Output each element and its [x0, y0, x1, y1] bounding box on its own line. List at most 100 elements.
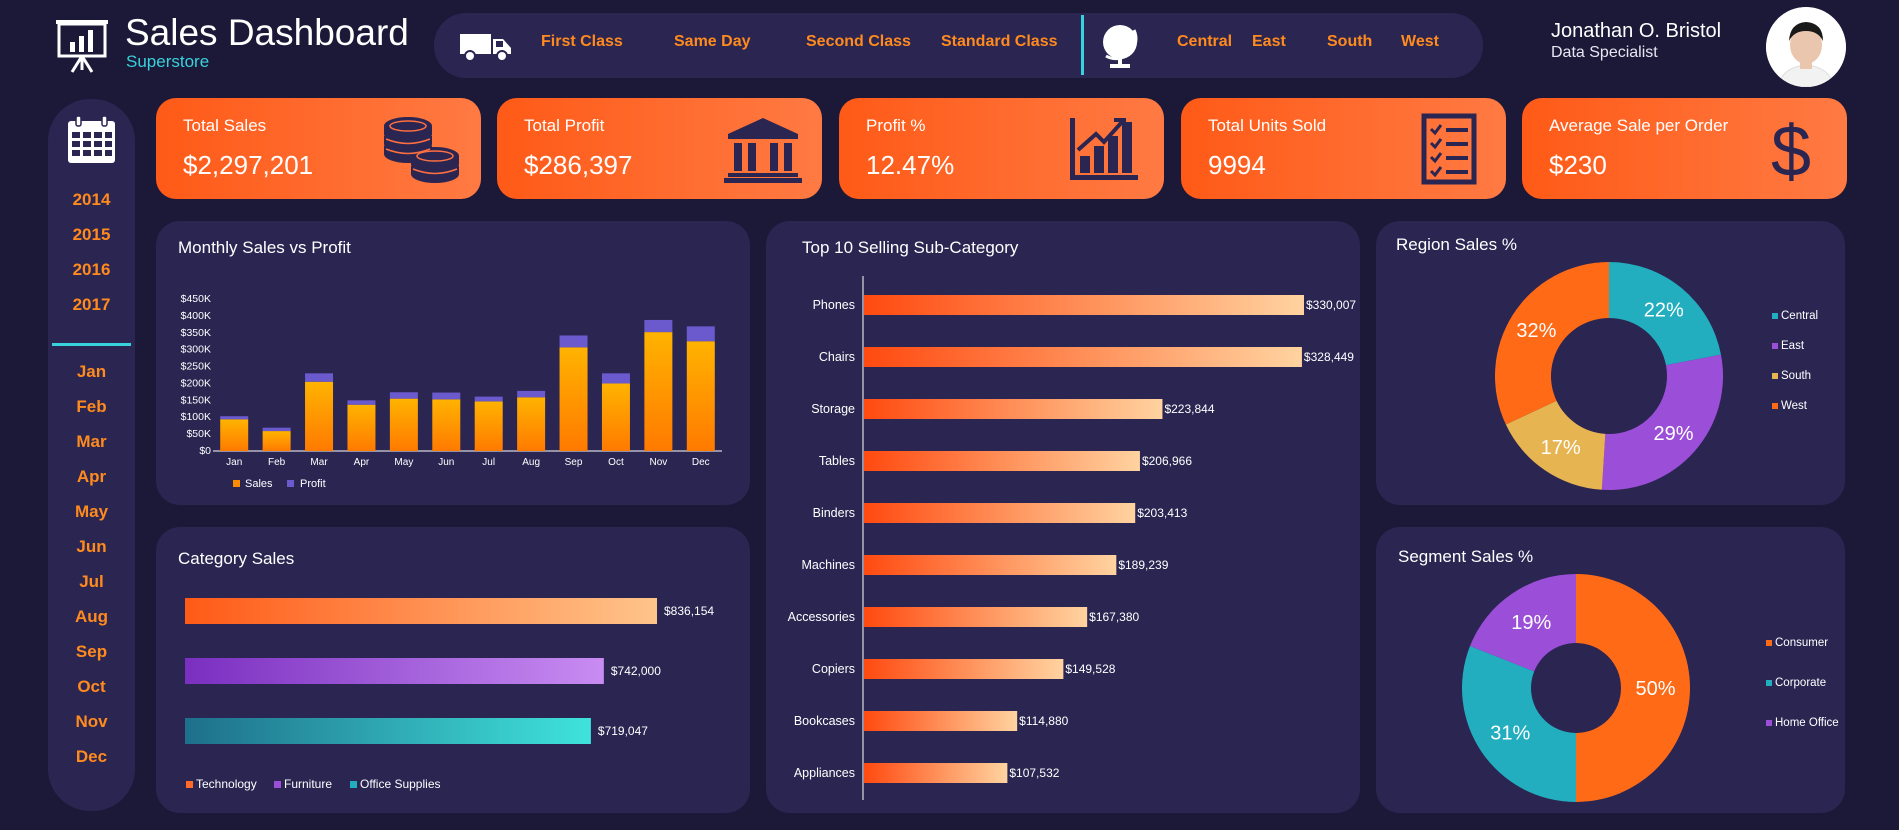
presentation-board-icon — [56, 20, 108, 73]
bar-sales — [517, 397, 546, 451]
bar-profit — [389, 392, 418, 399]
bar-profit — [559, 335, 588, 348]
region-west[interactable]: West — [1401, 33, 1439, 51]
month-filter-jul[interactable]: Jul — [48, 572, 135, 592]
bar-sales — [474, 401, 503, 451]
kpi-card-avg-sale: Average Sale per Order $230 $ — [1522, 98, 1847, 199]
bar-profit — [474, 396, 503, 402]
panel-category-sales: Category Sales $836,154 $742,000 $719,047 T… — [156, 527, 750, 813]
region-east[interactable]: East — [1252, 33, 1286, 51]
month-filter-jan[interactable]: Jan — [48, 362, 135, 382]
slice-label: 22% — [1644, 300, 1684, 322]
month-filter-apr[interactable]: Apr — [48, 467, 135, 487]
legend-label-profit: Profit — [300, 478, 326, 490]
kpi-label: Total Profit — [524, 116, 605, 135]
panel-segment-sales: Segment Sales % 50% 31% 19% Consumer Corpora… — [1376, 527, 1845, 813]
region-sales-donut: 22% 29% 17% 32% Central East South West — [1495, 262, 1818, 491]
legend-label: East — [1781, 340, 1805, 352]
x-tick-label: Dec — [692, 457, 710, 468]
data-label: $206,966 — [1142, 454, 1192, 468]
month-filter-sep[interactable]: Sep — [48, 642, 135, 662]
legend-swatch — [186, 781, 193, 788]
ship-mode-standard-class[interactable]: Standard Class — [941, 33, 1057, 51]
chart-title: Category Sales — [178, 549, 295, 568]
x-tick-label: Nov — [649, 457, 667, 468]
bar-profit — [517, 390, 546, 398]
legend-label: Central — [1781, 310, 1818, 322]
legend-swatch — [1766, 720, 1772, 726]
month-filter-mar[interactable]: Mar — [48, 432, 135, 452]
coins-icon — [384, 117, 459, 183]
month-filter-feb[interactable]: Feb — [48, 397, 135, 417]
bar-sales — [601, 383, 630, 451]
slice-label: 19% — [1511, 612, 1551, 634]
bar-profit — [220, 416, 249, 420]
ship-mode-same-day[interactable]: Same Day — [674, 33, 751, 51]
bar-technology — [185, 598, 657, 624]
kpi-card-profit-percent: Profit % 12.47% — [839, 98, 1164, 199]
segment-sales-donut: 50% 31% 19% Consumer Corporate Home Office — [1462, 574, 1839, 802]
year-filter-2016[interactable]: 2016 — [48, 260, 135, 280]
bar-profit — [644, 319, 673, 333]
bar-tables — [864, 451, 1140, 471]
kpi-value: 12.47% — [866, 150, 955, 180]
bar-sales — [644, 332, 673, 451]
bar-storage — [864, 399, 1163, 419]
year-filter-2014[interactable]: 2014 — [48, 190, 135, 210]
bar-sales — [305, 381, 334, 451]
user-name: Jonathan O. Bristol — [1551, 20, 1722, 42]
kpi-value: $286,397 — [524, 150, 633, 180]
y-tick-label: $50K — [186, 428, 211, 440]
legend-label: Corporate — [1775, 677, 1826, 689]
kpi-value: 9994 — [1208, 150, 1266, 180]
legend-swatch — [1766, 640, 1772, 646]
legend-label: Technology — [196, 777, 257, 791]
month-filter-aug[interactable]: Aug — [48, 607, 135, 627]
region-south[interactable]: South — [1327, 33, 1372, 51]
sidebar-divider — [52, 343, 131, 346]
legend-label: Furniture — [284, 777, 332, 791]
panel-region-sales: Region Sales % 22% 29% 17% 32% Central East So… — [1376, 221, 1845, 505]
x-tick-label: Feb — [268, 457, 286, 468]
bar-chairs — [864, 347, 1302, 367]
month-filter-jun[interactable]: Jun — [48, 537, 135, 557]
kpi-label: Average Sale per Order — [1549, 116, 1729, 135]
bar-profit — [305, 373, 334, 382]
month-filter-nov[interactable]: Nov — [48, 712, 135, 732]
data-label: $328,449 — [1304, 350, 1354, 364]
checklist-icon — [1421, 113, 1477, 185]
region-central[interactable]: Central — [1177, 33, 1232, 51]
kpi-label: Total Units Sold — [1208, 116, 1327, 135]
y-tick-label: $350K — [181, 327, 211, 339]
legend-label: Home Office — [1775, 717, 1839, 729]
dollar-icon: $ — [1771, 112, 1811, 186]
chart-title: Monthly Sales vs Profit — [178, 238, 351, 257]
month-filter-oct[interactable]: Oct — [48, 677, 135, 697]
category-label: Accessories — [788, 610, 855, 624]
year-filter-2015[interactable]: 2015 — [48, 225, 135, 245]
chart-title: Top 10 Selling Sub-Category — [802, 238, 1019, 257]
y-tick-label: $150K — [181, 394, 211, 406]
bar-sales — [389, 398, 418, 451]
y-tick-label: $100K — [181, 411, 211, 423]
slice-label: 32% — [1516, 320, 1556, 342]
category-label: Chairs — [819, 350, 855, 364]
ship-mode-first-class[interactable]: First Class — [541, 33, 623, 51]
month-filter-may[interactable]: May — [48, 502, 135, 522]
bank-icon — [724, 118, 802, 183]
x-tick-label: Mar — [310, 457, 328, 468]
filter-divider — [1081, 15, 1084, 75]
month-filter-dec[interactable]: Dec — [48, 747, 135, 767]
x-tick-label: Jan — [226, 457, 242, 468]
kpi-label: Total Sales — [183, 116, 267, 135]
category-label: Copiers — [812, 662, 855, 676]
kpi-label: Profit % — [866, 116, 926, 135]
legend-swatch — [1772, 313, 1778, 319]
growth-chart-icon — [1070, 118, 1138, 180]
kpi-card-total-sales: Total Sales $2,297,201 — [156, 98, 481, 199]
bar-copiers — [864, 659, 1064, 679]
kpi-value: $2,297,201 — [183, 150, 314, 180]
app-title: Sales Dashboard — [125, 12, 409, 53]
ship-mode-second-class[interactable]: Second Class — [806, 33, 911, 51]
year-filter-2017[interactable]: 2017 — [48, 295, 135, 315]
